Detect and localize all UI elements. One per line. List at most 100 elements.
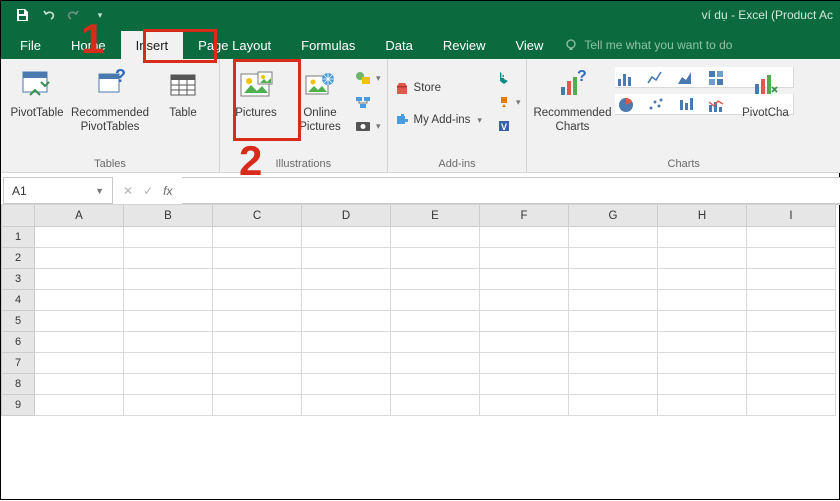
- cell[interactable]: [747, 353, 836, 374]
- tab-formulas[interactable]: Formulas: [286, 31, 370, 59]
- row-header[interactable]: 7: [1, 353, 35, 374]
- cell[interactable]: [569, 353, 658, 374]
- cell[interactable]: [480, 248, 569, 269]
- cell[interactable]: [35, 332, 124, 353]
- cell[interactable]: [391, 227, 480, 248]
- pivottable-button[interactable]: PivotTable: [7, 63, 67, 121]
- cell[interactable]: [747, 290, 836, 311]
- cell[interactable]: [747, 227, 836, 248]
- column-header[interactable]: G: [569, 205, 658, 227]
- cell[interactable]: [569, 290, 658, 311]
- cell[interactable]: [658, 269, 747, 290]
- cell[interactable]: [213, 311, 302, 332]
- online-pictures-button[interactable]: Online Pictures: [290, 63, 350, 135]
- redo-icon[interactable]: [61, 2, 87, 28]
- cell[interactable]: [569, 311, 658, 332]
- cell[interactable]: [391, 332, 480, 353]
- tab-page-layout[interactable]: Page Layout: [183, 31, 286, 59]
- cell[interactable]: [569, 248, 658, 269]
- my-addins-button[interactable]: My Add-ins▾: [394, 109, 482, 131]
- cell[interactable]: [302, 374, 391, 395]
- fx-icon[interactable]: fx: [163, 184, 172, 198]
- cell[interactable]: [213, 395, 302, 416]
- cell[interactable]: [658, 248, 747, 269]
- cell[interactable]: [35, 311, 124, 332]
- cell[interactable]: [658, 353, 747, 374]
- tell-me[interactable]: Tell me what you want to do: [558, 31, 738, 59]
- cell[interactable]: [391, 311, 480, 332]
- row-header[interactable]: 2: [1, 248, 35, 269]
- cell[interactable]: [391, 248, 480, 269]
- cell[interactable]: [747, 269, 836, 290]
- column-header[interactable]: B: [124, 205, 213, 227]
- enter-icon[interactable]: ✓: [143, 184, 153, 198]
- shapes-button[interactable]: ▾: [354, 67, 381, 89]
- cell[interactable]: [302, 290, 391, 311]
- save-icon[interactable]: [9, 2, 35, 28]
- row-header[interactable]: 6: [1, 332, 35, 353]
- cell[interactable]: [480, 290, 569, 311]
- cell[interactable]: [480, 374, 569, 395]
- cell[interactable]: [302, 332, 391, 353]
- cell[interactable]: [658, 395, 747, 416]
- cancel-icon[interactable]: ✕: [123, 184, 133, 198]
- namebox-dropdown-icon[interactable]: ▼: [95, 186, 104, 196]
- cell[interactable]: [569, 227, 658, 248]
- undo-icon[interactable]: [35, 2, 61, 28]
- people-graph-button[interactable]: ▾: [496, 91, 521, 113]
- qat-dropdown-icon[interactable]: ▾: [87, 2, 113, 28]
- cell[interactable]: [480, 332, 569, 353]
- cell[interactable]: [391, 269, 480, 290]
- tab-data[interactable]: Data: [370, 31, 427, 59]
- cell[interactable]: [480, 353, 569, 374]
- tab-view[interactable]: View: [500, 31, 558, 59]
- column-header[interactable]: H: [658, 205, 747, 227]
- cell[interactable]: [658, 290, 747, 311]
- tab-insert[interactable]: Insert: [121, 31, 184, 59]
- cell[interactable]: [213, 374, 302, 395]
- column-header[interactable]: D: [302, 205, 391, 227]
- cell[interactable]: [480, 311, 569, 332]
- tab-home[interactable]: Home: [56, 31, 121, 59]
- row-header[interactable]: 5: [1, 311, 35, 332]
- cell[interactable]: [747, 374, 836, 395]
- cell[interactable]: [124, 332, 213, 353]
- cell[interactable]: [569, 332, 658, 353]
- cell[interactable]: [124, 248, 213, 269]
- cell[interactable]: [124, 227, 213, 248]
- cell[interactable]: [747, 248, 836, 269]
- cell[interactable]: [35, 374, 124, 395]
- cell[interactable]: [35, 395, 124, 416]
- recommended-charts-button[interactable]: ? Recommended Charts: [533, 63, 611, 135]
- cell[interactable]: [35, 227, 124, 248]
- cell[interactable]: [480, 227, 569, 248]
- row-header[interactable]: 9: [1, 395, 35, 416]
- cell[interactable]: [569, 374, 658, 395]
- cell[interactable]: [658, 227, 747, 248]
- select-all-corner[interactable]: [1, 205, 35, 227]
- screenshot-button[interactable]: ▾: [354, 115, 381, 137]
- cell[interactable]: [747, 395, 836, 416]
- cell[interactable]: [658, 374, 747, 395]
- cell[interactable]: [124, 311, 213, 332]
- cell[interactable]: [480, 269, 569, 290]
- column-header[interactable]: A: [35, 205, 124, 227]
- cell[interactable]: [480, 395, 569, 416]
- tab-file[interactable]: File: [5, 31, 56, 59]
- cell[interactable]: [302, 248, 391, 269]
- cell[interactable]: [35, 353, 124, 374]
- visio-button[interactable]: V: [496, 115, 521, 137]
- cell[interactable]: [658, 332, 747, 353]
- row-header[interactable]: 1: [1, 227, 35, 248]
- column-header[interactable]: E: [391, 205, 480, 227]
- cell[interactable]: [302, 395, 391, 416]
- name-box[interactable]: A1▼: [3, 177, 113, 204]
- cell[interactable]: [302, 227, 391, 248]
- cell[interactable]: [35, 248, 124, 269]
- cell[interactable]: [302, 311, 391, 332]
- cell[interactable]: [124, 269, 213, 290]
- row-header[interactable]: 3: [1, 269, 35, 290]
- formula-input[interactable]: [182, 177, 840, 204]
- column-header[interactable]: F: [480, 205, 569, 227]
- cell[interactable]: [124, 395, 213, 416]
